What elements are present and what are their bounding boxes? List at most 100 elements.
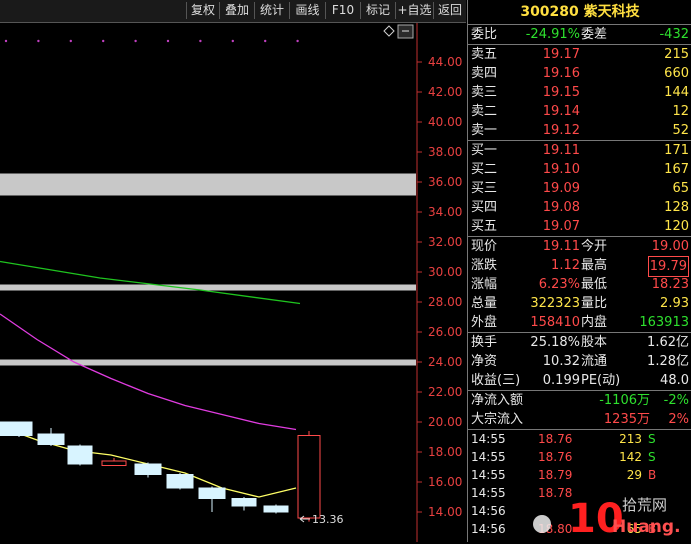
price-tick-label: 34.00 xyxy=(428,205,462,219)
price-tick-label: 36.00 xyxy=(428,175,462,189)
scrollbar-button[interactable] xyxy=(397,24,414,39)
ma-line-magenta xyxy=(0,313,297,431)
toolbar-button-f10[interactable]: F10 xyxy=(325,2,360,19)
kline-chart[interactable]: 44.00 42.00 40.00 38.00 36.00 34.00 32.00 30.00… xyxy=(0,23,466,542)
trade-time: 14:55 xyxy=(471,486,506,500)
stat-value: 1.28亿 xyxy=(647,354,689,369)
site-watermark: 10 拾荒网 Huang.CN xyxy=(530,488,691,542)
price-tick-label: 44.00 xyxy=(428,55,462,69)
buy-level-label: 买二 xyxy=(471,162,498,177)
sell-price[interactable]: 19.15 xyxy=(543,83,580,102)
buy-level-label: 买四 xyxy=(471,200,498,215)
toolbar-button-restore-rights[interactable]: 复权 xyxy=(186,2,219,19)
trade-time: 14:56 xyxy=(471,522,506,536)
price-tick-label: 24.00 xyxy=(428,355,462,369)
trade-price: 18.76 xyxy=(538,450,573,464)
sell-volume: 12 xyxy=(672,104,689,119)
stat-value: 25.18% xyxy=(530,335,580,350)
moving-averages xyxy=(0,260,301,498)
flow-pct: 2% xyxy=(668,412,689,427)
stat-label: 流通 xyxy=(581,354,608,369)
stat-label: 最低 xyxy=(581,277,608,292)
candle-body[interactable] xyxy=(166,474,194,489)
sell-price[interactable]: 19.16 xyxy=(543,64,580,83)
svg-text:Huang.CN: Huang.CN xyxy=(612,517,680,537)
stat-value: 6.23% xyxy=(538,277,580,292)
price-tick-label: 16.00 xyxy=(428,475,462,489)
buy-price[interactable]: 19.08 xyxy=(543,198,580,217)
stat-value: 0.199 xyxy=(542,373,580,388)
candle-body[interactable] xyxy=(37,433,65,445)
candle-body[interactable] xyxy=(231,498,257,507)
stat-label: 涨幅 xyxy=(471,277,498,292)
sell-price[interactable]: 19.14 xyxy=(543,102,580,121)
candle-body[interactable] xyxy=(134,463,162,475)
buy-volume: 171 xyxy=(664,143,689,158)
weibi-row: 委比 -24.91% 委差 -432 xyxy=(468,25,691,44)
trade-time: 14:56 xyxy=(471,504,506,518)
svg-text:拾荒网: 拾荒网 xyxy=(622,496,667,514)
buy-price[interactable]: 19.10 xyxy=(543,160,580,179)
diamond-icon[interactable] xyxy=(383,25,395,37)
toolbar-button-overlay[interactable]: 叠加 xyxy=(219,2,254,19)
quote-stats: 现价 19.11 今开 19.00 涨跌 1.12 最高 19.79 涨幅 6.23… xyxy=(468,236,691,332)
stat-label: 量比 xyxy=(581,296,608,311)
sell-level-label: 卖四 xyxy=(471,66,498,81)
stat-value: 1.62亿 xyxy=(647,335,689,350)
price-tick-label: 14.00 xyxy=(428,505,462,519)
top-dot-markers xyxy=(4,39,299,43)
stat-value: 2.93 xyxy=(660,296,689,311)
buy-price[interactable]: 19.09 xyxy=(543,179,580,198)
flow-label: 大宗流入 xyxy=(471,412,524,427)
marker-dot xyxy=(199,39,202,43)
toolbar-button-draw-line[interactable]: 画线 xyxy=(289,2,325,19)
price-tick-label: 38.00 xyxy=(428,145,462,159)
candle-body[interactable] xyxy=(67,445,93,465)
buy-level-label: 买一 xyxy=(471,143,498,158)
candle-body[interactable] xyxy=(297,435,321,519)
price-tick-label: 18.00 xyxy=(428,445,462,459)
toolbar-button-back[interactable]: 返回 xyxy=(433,2,466,19)
buy-price[interactable]: 19.11 xyxy=(543,141,580,160)
candle-body[interactable] xyxy=(263,505,289,513)
price-axis: 44.00 42.00 40.00 38.00 36.00 34.00 32.00 30.00… xyxy=(417,55,462,519)
buy-level-label: 买五 xyxy=(471,219,498,234)
marker-dot xyxy=(166,39,170,43)
stat-label: PE(动) xyxy=(581,373,621,388)
trade-time: 14:55 xyxy=(471,432,506,446)
trade-volume: 142 xyxy=(619,450,642,464)
sell-volume: 52 xyxy=(672,123,689,138)
sell-price[interactable]: 19.17 xyxy=(543,45,580,64)
stat-value: 48.0 xyxy=(660,373,689,388)
stat-value: 19.11 xyxy=(542,239,580,254)
candle-body[interactable] xyxy=(101,460,127,466)
watermark-logo: 10 拾荒网 Huang.CN xyxy=(533,496,691,542)
stat-value: 10.32 xyxy=(542,354,580,369)
price-tick-label: 30.00 xyxy=(428,265,462,279)
price-band xyxy=(0,359,416,366)
trade-time: 14:55 xyxy=(471,450,506,464)
price-tick-label: 40.00 xyxy=(428,115,462,129)
weicha-label: 委差 xyxy=(581,27,608,42)
marker-dot xyxy=(264,39,267,43)
flow-label: 净流入额 xyxy=(471,393,524,408)
sell-price[interactable]: 19.12 xyxy=(543,121,580,140)
sell-volume: 660 xyxy=(664,66,689,81)
stat-value: 19.79 xyxy=(647,256,689,277)
toolbar-button-add-watchlist[interactable]: +自选 xyxy=(395,2,433,19)
marker-dot xyxy=(69,39,73,43)
toolbar-button-statistics[interactable]: 统计 xyxy=(254,2,289,19)
weibi-label: 委比 xyxy=(471,27,498,42)
kline-chart-canvas[interactable]: 44.00 42.00 40.00 38.00 36.00 34.00 32.00 30.00… xyxy=(0,23,466,542)
candle-body[interactable] xyxy=(0,421,33,436)
marker-dot xyxy=(134,39,137,43)
toolbar-button-mark[interactable]: 标记 xyxy=(360,2,395,19)
candle-body[interactable] xyxy=(198,487,226,499)
price-tick-label: 22.00 xyxy=(428,385,462,399)
weicha-value: -432 xyxy=(659,27,689,42)
buy-price[interactable]: 19.07 xyxy=(543,217,580,236)
trade-flag: S xyxy=(648,450,656,464)
stat-label: 内盘 xyxy=(581,315,608,330)
flow-value: -1106万 xyxy=(599,393,650,408)
low-price-label: 13.36 xyxy=(312,513,344,526)
